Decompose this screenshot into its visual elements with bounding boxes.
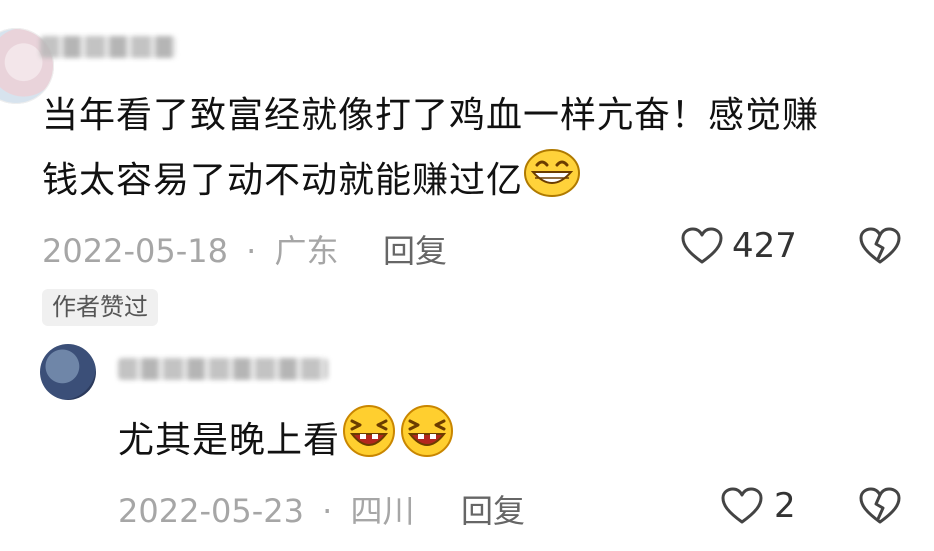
reply-body: 尤其是晚上看 [118,404,456,479]
grinning-face-icon [523,148,581,219]
broken-heart-icon [859,487,901,524]
like-button[interactable]: 2 [720,486,796,526]
heart-outline-icon [721,487,763,524]
commenter-name[interactable] [40,36,176,58]
comment-line-2: 钱太容易了动不动就能赚过亿 [42,148,819,219]
reply-button[interactable]: 回复 [383,226,447,272]
meta-separator: · [246,232,257,270]
reply-avatar[interactable] [40,344,96,400]
comment-line-1: 当年看了致富经就像打了鸡血一样亢奋！感觉赚 [42,95,820,136]
dislike-button[interactable] [858,226,902,270]
reply-commenter-name[interactable] [118,358,328,380]
reply-location: 四川 [350,492,415,530]
reply-meta: 2022-05-23 · 四川 [118,486,415,532]
broken-heart-icon [859,227,901,264]
comment-meta: 2022-05-18 · 广东 [42,226,339,272]
laughing-face-icon [340,404,398,479]
meta-separator: · [322,492,333,530]
reply-button[interactable]: 回复 [461,486,525,532]
dislike-button[interactable] [858,486,902,530]
like-count: 427 [732,226,797,266]
comment-date: 2022-05-18 [42,232,228,270]
heart-outline-icon [681,227,723,264]
like-button[interactable]: 427 [680,226,797,266]
laughing-face-icon [398,404,456,479]
like-count: 2 [774,486,796,526]
reply-text: 尤其是晚上看 [118,420,341,461]
author-liked-badge: 作者赞过 [42,289,158,326]
comment-body: 当年看了致富经就像打了鸡血一样亢奋！感觉赚 钱太容易了动不动就能赚过亿 [42,84,819,219]
comment-location: 广东 [274,232,339,270]
comment-line-2-text: 钱太容易了动不动就能赚过亿 [42,160,524,201]
reply-date: 2022-05-23 [118,492,304,530]
